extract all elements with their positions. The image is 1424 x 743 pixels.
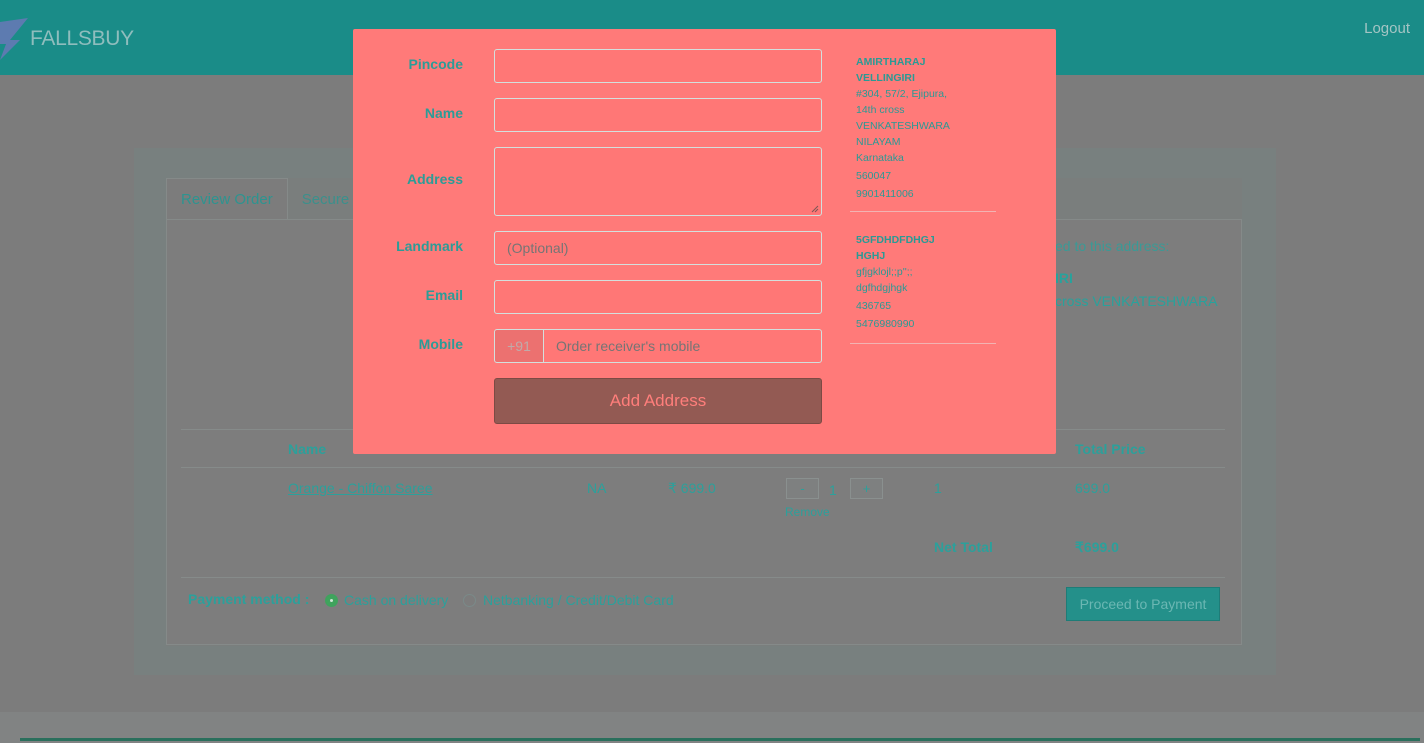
saved-address-name: AMIRTHARAJ xyxy=(856,56,926,68)
saved-address-pincode: 436765 xyxy=(856,300,892,312)
checkout-tabs: Review Order Secure P xyxy=(166,178,377,220)
saved-address-phone: 5476980990 xyxy=(856,318,915,330)
brand-logo[interactable]: FALLSBUY xyxy=(0,18,134,60)
net-total-label: Net Total xyxy=(934,539,993,555)
quantity-increase-button[interactable]: + xyxy=(850,478,883,499)
saved-address-name: VELLINGIRI xyxy=(856,72,915,84)
saved-address-divider xyxy=(850,211,996,212)
payment-divider xyxy=(181,577,1225,578)
saved-address-line: Karnataka xyxy=(856,152,904,164)
add-address-button[interactable]: Add Address xyxy=(494,378,822,424)
delivery-address-name: IRI xyxy=(1055,270,1073,286)
size-cell: NA xyxy=(587,480,607,496)
saved-address-name: HGHJ xyxy=(856,250,886,262)
delivery-address-line: cross VENKATESHWARA xyxy=(1055,293,1218,309)
cod-radio[interactable] xyxy=(325,594,338,607)
saved-address-line: dgfhdgjhgk xyxy=(856,282,908,294)
product-link[interactable]: Orange - Chiffon Saree xyxy=(288,480,433,496)
landmark-input[interactable] xyxy=(494,231,822,265)
country-code-prefix: +91 xyxy=(494,329,544,363)
brand-name: FALLSBUY xyxy=(30,27,134,50)
saved-address-divider xyxy=(850,343,996,344)
footer-line xyxy=(20,738,1420,741)
remove-item-link[interactable]: Remove xyxy=(785,505,830,519)
tab-review-order[interactable]: Review Order xyxy=(166,178,288,220)
name-label: Name xyxy=(424,105,463,121)
logout-link[interactable]: Logout xyxy=(1364,20,1410,37)
price-cell: ₹ 699.0 xyxy=(668,480,716,496)
delivery-address-hint: ed to this address: xyxy=(1055,238,1170,254)
saved-address-pincode: 560047 xyxy=(856,170,892,182)
saved-address-line: gfjgklojl;;p'';; xyxy=(856,266,913,278)
netbanking-radio-label[interactable]: Netbanking / Credit/Debit Card xyxy=(483,592,674,608)
saved-address-name: 5GFDHDFDHGJ xyxy=(856,234,935,246)
saved-address-line: #304, 57/2, Ejipura, xyxy=(856,88,948,100)
saved-address-line: 14th cross xyxy=(856,104,905,116)
address-textarea[interactable] xyxy=(494,147,822,216)
proceed-to-payment-button[interactable]: Proceed to Payment xyxy=(1066,587,1220,621)
column-header-name: Name xyxy=(288,441,327,457)
saved-address-phone: 9901411006 xyxy=(856,188,914,200)
email-input[interactable] xyxy=(494,280,822,314)
net-total-value: ₹699.0 xyxy=(1075,539,1119,555)
saved-address-card[interactable]: 5GFDHDFDHGJ HGHJ gfjgklojl;;p'';; dgfhdg… xyxy=(856,232,998,332)
column-header-total-price: Total Price xyxy=(1075,441,1146,457)
resize-grip-icon[interactable] xyxy=(811,205,819,213)
cod-radio-label[interactable]: Cash on delivery xyxy=(344,592,448,608)
add-address-modal: Pincode Name Address Landmark Email Mobi… xyxy=(353,29,1056,454)
saved-address-line: VENKATESHWARA xyxy=(856,120,950,132)
table-header-divider xyxy=(181,467,1225,468)
quantity-value: 1 xyxy=(829,482,837,498)
saved-address-line: NILAYAM xyxy=(856,136,901,148)
name-input[interactable] xyxy=(494,98,822,132)
email-label: Email xyxy=(425,287,463,303)
netbanking-radio[interactable] xyxy=(463,594,476,607)
mobile-label: Mobile xyxy=(418,336,463,352)
lightning-logo-icon xyxy=(0,18,28,60)
saved-address-card[interactable]: AMIRTHARAJ VELLINGIRI #304, 57/2, Ejipur… xyxy=(856,54,998,202)
total-price-cell: 699.0 xyxy=(1075,480,1111,496)
item-count-cell: 1 xyxy=(934,480,942,496)
landmark-label: Landmark xyxy=(396,238,463,254)
product-name-cell: Orange - Chiffon Saree xyxy=(288,480,433,496)
mobile-input[interactable] xyxy=(543,329,822,363)
pincode-label: Pincode xyxy=(408,56,463,72)
address-label: Address xyxy=(406,171,463,187)
quantity-decrease-button[interactable]: - xyxy=(786,478,819,499)
pincode-input[interactable] xyxy=(494,49,822,83)
payment-method-label: Payment method : xyxy=(188,591,310,607)
